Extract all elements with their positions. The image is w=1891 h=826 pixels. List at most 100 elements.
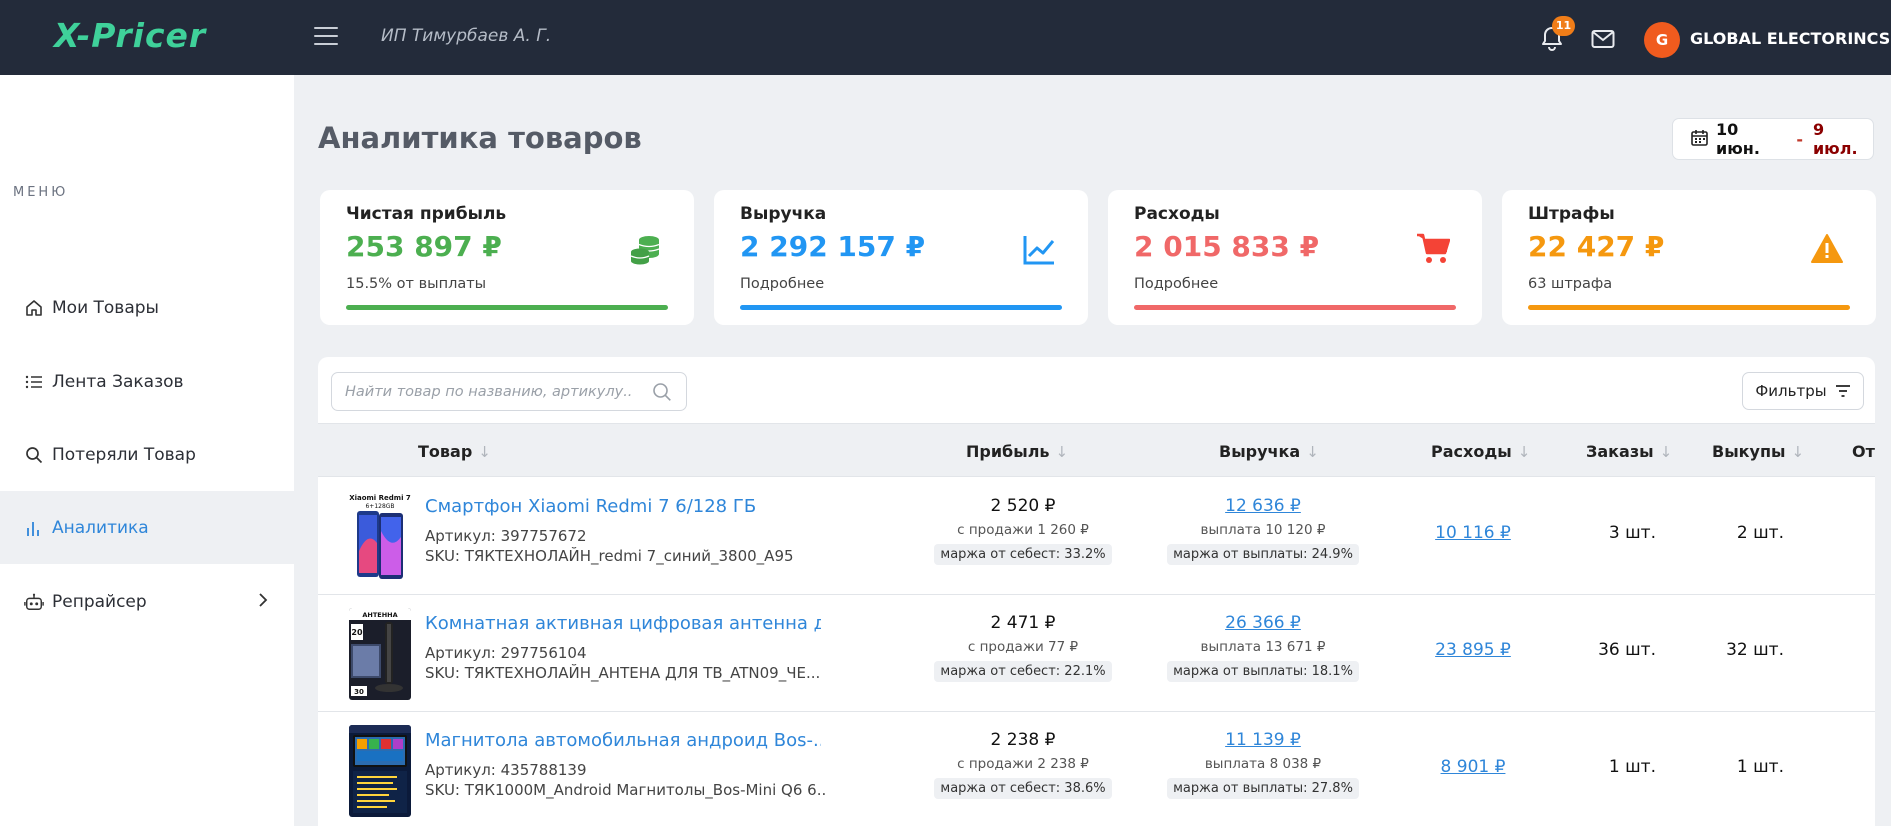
cart-icon [1416, 232, 1451, 266]
sort-arrow-icon: ↓ [478, 443, 491, 461]
profit-value: 2 238 ₽ [990, 730, 1056, 750]
card-value: 2 015 833 ₽ [1134, 230, 1320, 263]
bar-chart-icon [24, 518, 44, 538]
product-name-link[interactable]: Магнитола автомобильная андроид Bos-... [425, 730, 821, 751]
card-expenses[interactable]: Расходы 2 015 833 ₽ Подробнее [1108, 190, 1482, 325]
card-net-profit[interactable]: Чистая прибыль 253 897 ₽ 15.5% от выплат… [320, 190, 694, 325]
orders-count: 36 шт. [1598, 640, 1656, 660]
table-row[interactable]: Xiaomi Redmi 7 6+128GB Смартфон Xiaomi Re… [318, 478, 1875, 595]
sidebar-item-label: Лента Заказов [52, 371, 184, 392]
buyouts-count: 2 шт. [1736, 523, 1784, 543]
search-icon[interactable] [652, 382, 672, 402]
table-row[interactable]: Магнитола автомобильная андроид Bos-... … [318, 712, 1875, 826]
user-name[interactable]: GLOBAL ELECTORINCS [1690, 29, 1890, 48]
products-table-panel: Фильтры Товар↓ Прибыль↓ Выручка↓ Расходы… [318, 357, 1875, 826]
col-header-profit[interactable]: Прибыль ↓ [966, 442, 1068, 461]
sidebar-item-repricer[interactable]: Репрайсер [0, 565, 294, 638]
search-input[interactable] [332, 373, 632, 410]
sidebar-item-orders-feed[interactable]: Лента Заказов [0, 345, 294, 418]
search-box [331, 372, 687, 411]
expenses-cell: 10 116 ₽ [1398, 523, 1548, 543]
revenue-link[interactable]: 11 139 ₽ [1128, 730, 1398, 750]
profit-per-sale: с продажи 2 238 ₽ [957, 756, 1089, 772]
card-value: 2 292 157 ₽ [740, 230, 926, 263]
product-article: Артикул: 435788139 [425, 761, 587, 779]
product-image[interactable] [349, 725, 411, 817]
revenue-payout: выплата 8 038 ₽ [1204, 756, 1322, 772]
date-range-picker[interactable]: 10 июн. - 9 июл. [1672, 118, 1874, 160]
expenses-link[interactable]: 8 901 ₽ [1398, 757, 1548, 777]
table-row[interactable]: АНТЕННА 20 30 Комнатная активная цифровая … [318, 595, 1875, 712]
col-header-orders[interactable]: Заказы ↓ [1586, 442, 1672, 461]
profit-margin-chip: маржа от себест: 33.2% [934, 544, 1112, 565]
product-sku: SKU: ТЯК1000М_Android Магнитолы_Bos-Mini… [425, 781, 825, 799]
revenue-payout: выплата 10 120 ₽ [1200, 522, 1326, 538]
product-article: Артикул: 397757672 [425, 527, 587, 545]
product-name-link[interactable]: Смартфон Xiaomi Redmi 7 6/128 ГБ [425, 496, 821, 517]
card-subtitle: 63 штрафа [1528, 276, 1613, 292]
profit-per-sale: с продажи 77 ₽ [967, 639, 1079, 655]
col-header-buyouts[interactable]: Выкупы ↓ [1712, 442, 1804, 461]
sidebar-item-analytics[interactable]: Аналитика [0, 491, 294, 564]
sidebar-item-lost-products[interactable]: Потеряли Товар [0, 418, 294, 491]
sidebar-item-my-products[interactable]: Мои Товары [0, 271, 294, 344]
avatar[interactable]: G [1644, 22, 1680, 58]
calendar-icon [1691, 129, 1708, 150]
product-name-link[interactable]: Комнатная активная цифровая антенна д... [425, 613, 821, 634]
expenses-link[interactable]: 10 116 ₽ [1398, 523, 1548, 543]
card-title: Штрафы [1528, 204, 1615, 224]
menu-toggle-icon[interactable] [314, 27, 338, 47]
mail-icon[interactable] [1591, 29, 1615, 49]
revenue-link[interactable]: 26 366 ₽ [1128, 613, 1398, 633]
page-title: Аналитика товаров [318, 121, 642, 155]
app-logo[interactable]: X-Pricer [54, 16, 206, 55]
robot-icon [24, 592, 44, 612]
filters-label: Фильтры [1755, 382, 1827, 400]
col-header-revenue[interactable]: Выручка ↓ [1219, 442, 1319, 461]
product-sku: SKU: ТЯКТЕХНОЛАЙН_АНТЕНА ДЛЯ ТВ_ATN09_ЧЕ… [425, 664, 821, 682]
svg-text:6+128GB: 6+128GB [365, 503, 394, 510]
sidebar-item-label: Репрайсер [52, 591, 147, 612]
card-subtitle[interactable]: Подробнее [1134, 276, 1218, 292]
col-header-product[interactable]: Товар ↓ [418, 442, 491, 461]
revenue-link[interactable]: 12 636 ₽ [1128, 496, 1398, 516]
sidebar-item-label: Мои Товары [52, 297, 159, 318]
filter-icon [1835, 385, 1850, 397]
card-progress-bar [1528, 305, 1850, 310]
sort-arrow-icon: ↓ [1055, 443, 1069, 461]
sort-arrow-icon: ↓ [1791, 443, 1805, 461]
coins-icon [628, 232, 662, 266]
card-progress-bar [346, 305, 668, 310]
profit-cell: 2 238 ₽ с продажи 2 238 ₽ маржа от себес… [878, 730, 1168, 799]
card-subtitle: 15.5% от выплаты [346, 276, 487, 292]
card-subtitle[interactable]: Подробнее [740, 276, 824, 292]
product-article: Артикул: 297756104 [425, 644, 587, 662]
company-name: ИП Тимурбаев А. Г. [381, 26, 552, 46]
sort-arrow-icon: ↓ [1517, 443, 1531, 461]
expenses-link[interactable]: 23 895 ₽ [1398, 640, 1548, 660]
revenue-cell: 11 139 ₽ выплата 8 038 ₽ маржа от выплат… [1128, 730, 1398, 799]
table-header: Товар ↓ Прибыль ↓ Выручка ↓ Расходы ↓ Заказы… [318, 423, 1875, 477]
sidebar: МЕНЮ Мои Товары Лента Заказов Потеряли Т… [0, 75, 294, 826]
expenses-cell: 8 901 ₽ [1398, 757, 1548, 777]
sort-arrow-icon: ↓ [1659, 443, 1673, 461]
col-header-expenses[interactable]: Расходы ↓ [1431, 442, 1530, 461]
svg-text:Xiaomi Redmi 7: Xiaomi Redmi 7 [349, 494, 411, 502]
chevron-right-icon [258, 592, 268, 608]
line-chart-icon [1022, 232, 1056, 266]
col-header-returns[interactable]: Отк [1852, 442, 1875, 461]
top-bar: X-Pricer ИП Тимурбаев А. Г. 11 G GLOBAL … [0, 0, 1891, 75]
svg-text:АНТЕННА: АНТЕННА [362, 611, 397, 619]
card-fines[interactable]: Штрафы 22 427 ₽ 63 штрафа [1502, 190, 1876, 325]
revenue-margin-chip: маржа от выплаты: 18.1% [1167, 661, 1359, 682]
card-progress-bar [1134, 305, 1456, 310]
list-icon [24, 372, 44, 392]
product-sku: SKU: ТЯКТЕХНОЛАЙН_redmi 7_синий_3800_А95 [425, 547, 794, 565]
product-image[interactable]: АНТЕННА 20 30 [349, 608, 411, 700]
filters-button[interactable]: Фильтры [1742, 372, 1864, 410]
product-image[interactable]: Xiaomi Redmi 7 6+128GB [349, 491, 411, 583]
card-revenue[interactable]: Выручка 2 292 157 ₽ Подробнее [714, 190, 1088, 325]
home-icon [24, 298, 44, 318]
card-value: 253 897 ₽ [346, 230, 502, 263]
revenue-cell: 12 636 ₽ выплата 10 120 ₽ маржа от выпла… [1128, 496, 1398, 565]
